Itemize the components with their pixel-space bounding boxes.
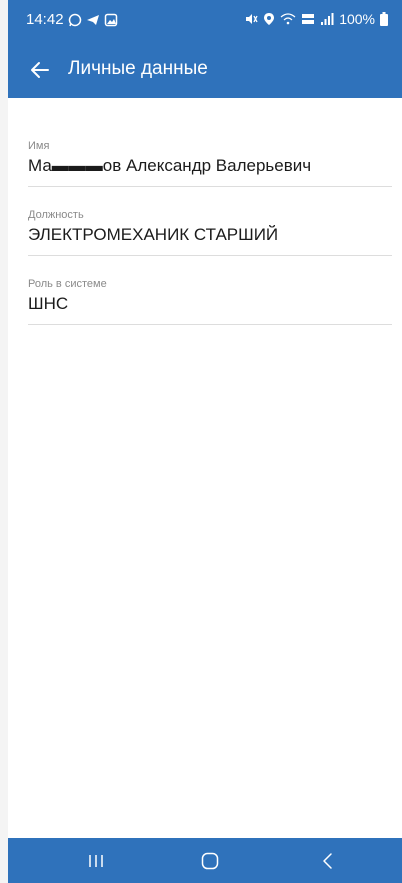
field-name-label: Имя [28,140,50,152]
page-title: Личные данные [68,58,208,79]
personal-data-list: Имя Ма▬▬▬ов Александр Валерьевич Должнос… [28,118,392,325]
back-icon [321,852,335,870]
field-name-value: Ма▬▬▬ов Александр Валерьевич [28,156,312,175]
screen-frame: 14:42 100% Личные данные Имя Ма▬▬▬ов Але… [0,0,402,883]
arrow-left-icon [30,60,50,80]
back-button[interactable] [24,54,56,86]
field-role-value: ШНС [28,294,69,313]
wifi-calling-icon [280,12,296,26]
system-back-button[interactable] [298,838,358,883]
location-icon [263,12,275,26]
status-left: 14:42 [26,11,118,28]
recent-apps-icon [87,853,105,869]
gallery-icon [104,13,118,27]
app-screen: 14:42 100% Личные данные Имя Ма▬▬▬ов Але… [8,0,402,883]
home-button[interactable] [180,838,240,883]
battery-percent: 100% [339,11,375,27]
battery-icon [380,12,388,26]
whatsapp-icon [68,13,82,27]
status-right: 100% [244,11,388,27]
home-icon [200,851,220,871]
field-name: Имя Ма▬▬▬ов Александр Валерьевич [28,118,392,187]
telegram-icon [86,13,100,27]
status-time: 14:42 [26,11,64,28]
field-role-label: Роль в системе [28,278,107,290]
recent-apps-button[interactable] [66,838,126,883]
system-nav-bar [8,838,402,883]
field-position-value: ЭЛЕКТРОМЕХАНИК СТАРШИЙ [28,225,279,244]
volte-icon [301,12,315,26]
mute-icon [244,12,258,26]
signal-icon [320,12,334,26]
status-bar: 14:42 100% [8,0,402,42]
field-position-label: Должность [28,209,84,221]
app-bar: Личные данные [8,42,402,98]
field-position: Должность ЭЛЕКТРОМЕХАНИК СТАРШИЙ [28,187,392,256]
field-role: Роль в системе ШНС [28,256,392,325]
